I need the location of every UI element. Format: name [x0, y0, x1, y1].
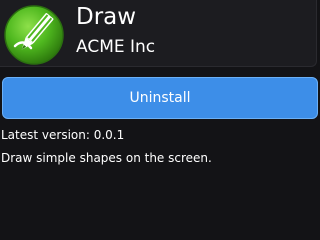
uninstall-button[interactable]: Uninstall [2, 77, 318, 119]
app-description: Draw simple shapes on the screen. [1, 151, 212, 165]
app-header: Draw ACME Inc [0, 0, 317, 67]
app-title: Draw [76, 4, 137, 30]
app-developer: ACME Inc [76, 37, 156, 57]
pencil-icon [3, 4, 65, 66]
latest-version-text: Latest version: 0.0.1 [1, 128, 125, 142]
